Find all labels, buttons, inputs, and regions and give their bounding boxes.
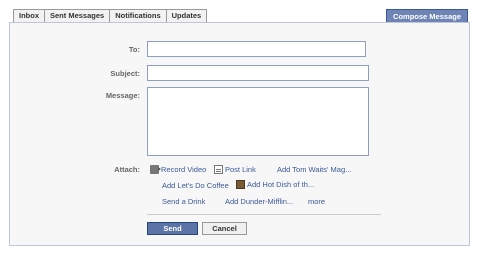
hot-dish-app-link[interactable]: Add Hot Dish of th... xyxy=(236,180,314,189)
lets-do-coffee-app-link[interactable]: Add Let's Do Coffee xyxy=(162,181,229,190)
send-button[interactable]: Send xyxy=(147,222,198,235)
link-icon xyxy=(214,165,223,174)
message-tabs: Inbox Sent Messages Notifications Update… xyxy=(13,9,208,22)
to-field[interactable] xyxy=(147,41,366,57)
app-icon xyxy=(236,180,245,189)
subject-field[interactable] xyxy=(147,65,369,81)
hot-dish-label: Add Hot Dish of th... xyxy=(247,180,315,189)
record-video-label: Record Video xyxy=(161,165,207,174)
message-label: Message: xyxy=(105,91,140,100)
tab-inbox[interactable]: Inbox xyxy=(13,9,45,22)
record-video-link[interactable]: Record Video xyxy=(150,165,206,174)
post-link-label: Post Link xyxy=(225,165,256,174)
more-link[interactable]: more xyxy=(308,197,325,206)
tab-updates[interactable]: Updates xyxy=(165,9,208,22)
post-link-link[interactable]: Post Link xyxy=(214,165,256,174)
cancel-button[interactable]: Cancel xyxy=(202,222,247,235)
subject-label: Subject: xyxy=(110,69,140,78)
tom-waits-app-link[interactable]: Add Tom Waits' Mag... xyxy=(277,165,351,174)
video-camera-icon xyxy=(150,165,161,174)
send-a-drink-link[interactable]: Send a Drink xyxy=(162,197,205,206)
attach-label: Attach: xyxy=(114,165,140,174)
divider xyxy=(147,214,381,215)
dunder-mifflin-app-link[interactable]: Add Dunder-Mifflin... xyxy=(225,197,293,206)
tab-notifications[interactable]: Notifications xyxy=(109,9,167,22)
tab-sent-messages[interactable]: Sent Messages xyxy=(44,9,111,22)
to-label: To: xyxy=(128,45,140,54)
compose-panel: To: Subject: Message: Attach: Record Vid… xyxy=(9,22,470,246)
message-field[interactable] xyxy=(147,87,369,156)
